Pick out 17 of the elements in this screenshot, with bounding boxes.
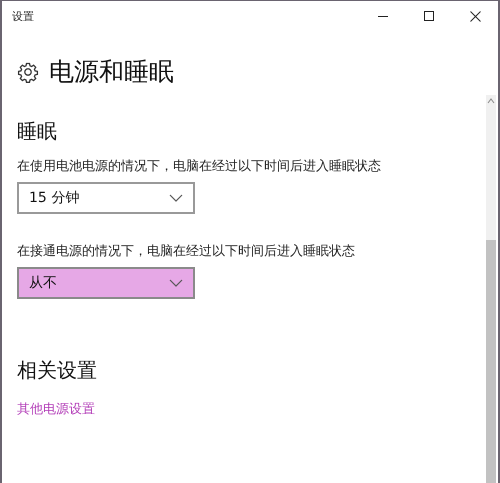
dropdown[interactable]: 从不 bbox=[17, 267, 195, 299]
dropdown[interactable]: 15 分钟 bbox=[17, 182, 195, 214]
maximize-icon bbox=[424, 11, 434, 21]
chevron-down-icon bbox=[169, 194, 183, 202]
scroll-up-icon bbox=[487, 98, 495, 104]
section-heading: 相关设置 bbox=[17, 357, 97, 384]
page-title: 电源和睡眠 bbox=[49, 56, 174, 88]
close-icon bbox=[470, 10, 480, 22]
settings-icon bbox=[17, 60, 39, 82]
setting-label: 在接通电源的情况下，电脑在经过以下时间后进入睡眠状态 bbox=[17, 243, 355, 260]
section-heading: 睡眠 bbox=[17, 118, 57, 145]
setting-label: 在使用电池电源的情况下，电脑在经过以下时间后进入睡眠状态 bbox=[17, 158, 381, 175]
chevron-down-icon bbox=[169, 279, 183, 287]
scrollbar[interactable] bbox=[486, 95, 496, 483]
scroll-thumb[interactable] bbox=[486, 240, 496, 483]
window-title: 设置 bbox=[12, 8, 34, 24]
link[interactable]: 其他电源设置 bbox=[17, 400, 95, 418]
